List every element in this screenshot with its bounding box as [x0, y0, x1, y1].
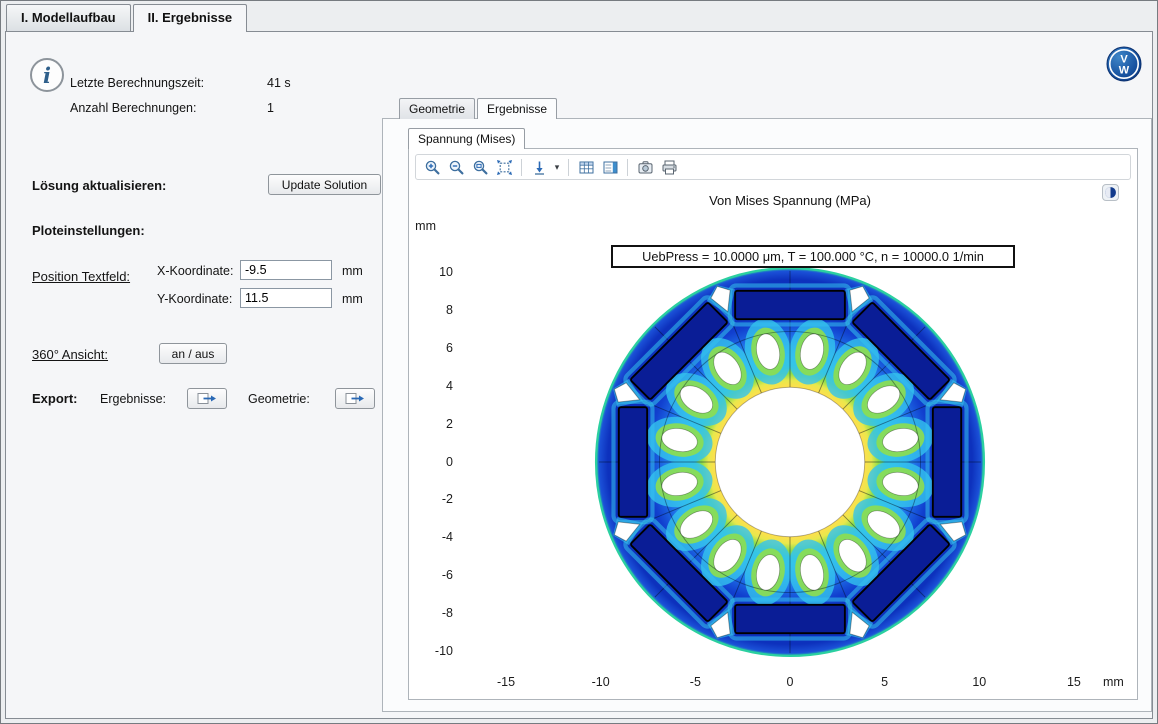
rotor-stress-plot[interactable]	[580, 252, 1000, 672]
info-icon: i	[30, 58, 64, 92]
view-360-label: 360° Ansicht:	[32, 347, 108, 362]
vw-logo-w: W	[1119, 65, 1130, 77]
last-computation-value: 41 s	[267, 76, 291, 90]
y-tick-label: 8	[409, 303, 453, 317]
go-to-default-view-button[interactable]	[528, 156, 550, 178]
main-content: i Letzte Berechnungszeit: 41 s Anzahl Be…	[5, 31, 1153, 719]
export-geometry-label: Geometrie:	[248, 392, 310, 406]
y-coordinate-label: Y-Koordinate:	[157, 292, 232, 306]
export-geometry-button[interactable]	[335, 388, 375, 409]
x-tick-label: 5	[865, 675, 905, 689]
y-coordinate-input[interactable]	[240, 288, 332, 308]
y-tick-label: 6	[409, 341, 453, 355]
update-solution-button[interactable]: Update Solution	[268, 174, 381, 195]
export-label: Export:	[32, 391, 78, 406]
export-results-label: Ergebnisse:	[100, 392, 166, 406]
info-icon-glyph: i	[43, 63, 51, 88]
x-tick-label: 0	[770, 675, 810, 689]
export-icon	[197, 392, 217, 405]
toolbar-separator	[521, 159, 522, 176]
x-tick-label: 15	[1054, 675, 1094, 689]
zoom-in-icon	[424, 159, 441, 176]
app-window: I. Modellaufbau II. Ergebnisse i Letzte …	[0, 0, 1158, 724]
zoom-box-button[interactable]	[469, 156, 491, 178]
export-icon	[345, 392, 365, 405]
tab-ergebnisse[interactable]: II. Ergebnisse	[133, 4, 248, 32]
textfield-position-label: Position Textfeld:	[32, 269, 130, 284]
computation-count-label: Anzahl Berechnungen:	[70, 101, 196, 115]
table-icon	[578, 159, 595, 176]
y-tick-label: 4	[409, 379, 453, 393]
y-tick-label: 10	[409, 265, 453, 279]
x-tick-label: -10	[581, 675, 621, 689]
zoom-extents-button[interactable]	[493, 156, 515, 178]
zoom-out-icon	[448, 159, 465, 176]
computation-count-value: 1	[267, 101, 274, 115]
x-tick-label: -5	[675, 675, 715, 689]
toolbar-separator	[627, 159, 628, 176]
last-computation-label: Letzte Berechnungszeit:	[70, 76, 204, 90]
color-legend-icon	[602, 159, 619, 176]
toolbar-separator	[568, 159, 569, 176]
y-tick-label: -4	[409, 530, 453, 544]
update-solution-label: Lösung aktualisieren:	[32, 178, 166, 193]
main-tabbar: I. Modellaufbau II. Ergebnisse	[6, 4, 247, 32]
x-coordinate-unit: mm	[342, 264, 363, 278]
y-coordinate-unit: mm	[342, 292, 363, 306]
y-tick-label: 0	[409, 455, 453, 469]
x-coordinate-input[interactable]	[240, 260, 332, 280]
zoom-out-button[interactable]	[445, 156, 467, 178]
print-button[interactable]	[658, 156, 680, 178]
tab-geometrie[interactable]: Geometrie	[399, 98, 475, 119]
tab-modellaufbau[interactable]: I. Modellaufbau	[6, 4, 131, 31]
view-360-toggle-button[interactable]: an / aus	[159, 343, 227, 364]
y-tick-label: 2	[409, 417, 453, 431]
plot-panel: ▾	[408, 148, 1138, 700]
plot-title: Von Mises Spannung (MPa)	[590, 193, 990, 208]
zoom-extents-icon	[496, 159, 513, 176]
table-button[interactable]	[575, 156, 597, 178]
y-tick-label: -2	[409, 492, 453, 506]
plot-settings-heading: Ploteinstellungen:	[32, 223, 145, 238]
plot-annotation-box: UebPress = 10.0000 μm, T = 100.000 °C, n…	[611, 245, 1015, 268]
zoom-in-button[interactable]	[421, 156, 443, 178]
zoom-box-icon	[472, 159, 489, 176]
tab-spannung-mises[interactable]: Spannung (Mises)	[408, 128, 525, 149]
y-tick-label: -10	[409, 644, 453, 658]
plot-tabbar: Spannung (Mises)	[408, 128, 525, 149]
y-tick-label: -8	[409, 606, 453, 620]
export-results-button[interactable]	[187, 388, 227, 409]
tab-ergebnisse-panel[interactable]: Ergebnisse	[477, 98, 557, 119]
color-legend-button[interactable]	[599, 156, 621, 178]
x-axis-unit: mm	[1103, 675, 1124, 689]
view-dropdown-caret[interactable]: ▾	[552, 162, 562, 173]
image-snapshot-button[interactable]	[634, 156, 656, 178]
results-tabbar: Geometrie Ergebnisse	[399, 98, 557, 119]
camera-icon	[637, 159, 654, 176]
default-view-arrow-icon	[531, 159, 548, 176]
plot-toolbar: ▾	[415, 154, 1131, 180]
plot-badge-icon[interactable]	[1102, 184, 1119, 201]
x-tick-label: 10	[959, 675, 999, 689]
vw-logo-icon: V W	[1106, 46, 1142, 82]
y-axis-unit: mm	[409, 219, 436, 233]
x-coordinate-label: X-Koordinate:	[157, 264, 233, 278]
print-icon	[661, 159, 678, 176]
x-tick-label: -15	[486, 675, 526, 689]
y-tick-label: -6	[409, 568, 453, 582]
